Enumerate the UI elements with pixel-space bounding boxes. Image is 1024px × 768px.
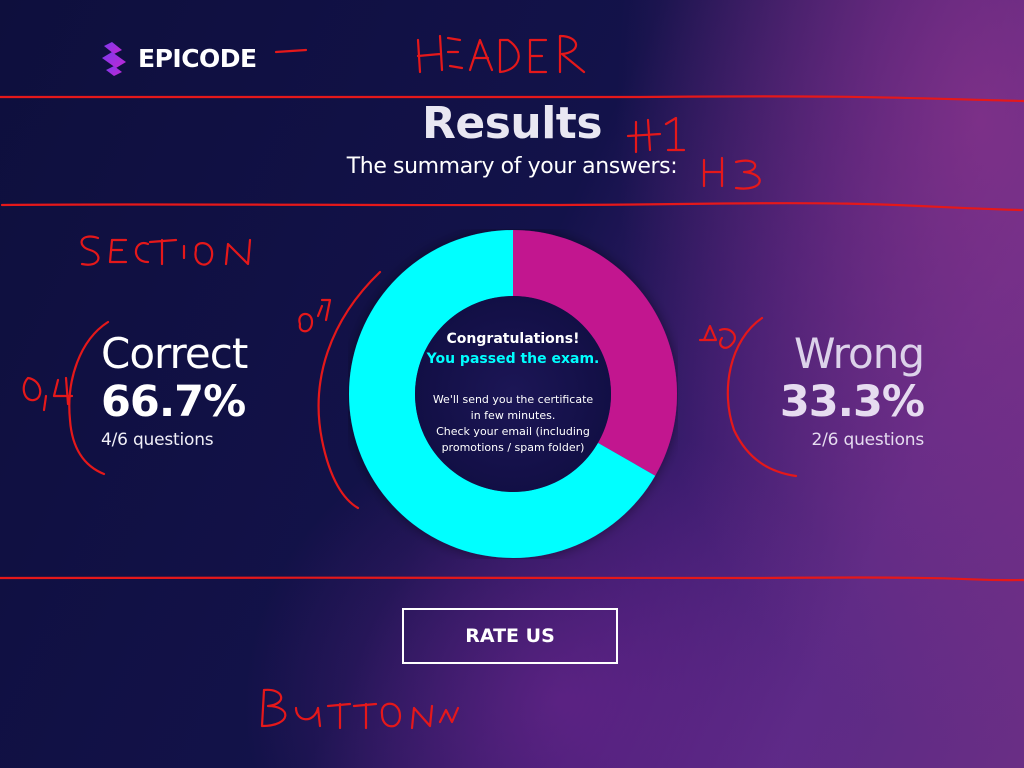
epicode-logo-icon: [102, 42, 126, 76]
annotation-text-left-donut: [298, 298, 332, 333]
certificate-info-line: Check your email (including: [436, 425, 590, 438]
certificate-info-line: We'll send you the certificate: [432, 393, 594, 406]
annotation-line: [0, 576, 1024, 582]
correct-percent: 66.7%: [101, 377, 246, 427]
page-subtitle: The summary of your answers:: [346, 154, 678, 179]
annotation-line: [0, 202, 1024, 212]
certificate-info-line: promotions / spam folder): [441, 441, 585, 454]
annotation-text-button: [260, 688, 460, 730]
donut-center-message: Congratulations! You passed the exam. We…: [414, 295, 612, 493]
wrong-stats: Wrong 33.3% 2/6 questions: [684, 329, 925, 452]
congrats-title: Congratulations!: [446, 331, 580, 347]
annotation-dash: [274, 48, 308, 54]
correct-label: Correct: [101, 329, 248, 378]
correct-questions: 4/6 questions: [101, 430, 214, 450]
brand-name: EPICODE: [138, 43, 257, 73]
certificate-info: We'll send you the certificate in few mi…: [404, 392, 622, 456]
page-title: Results: [421, 98, 603, 149]
wrong-label: Wrong: [794, 329, 925, 378]
correct-stats: Correct 66.7% 4/6 questions: [101, 330, 341, 452]
annotation-text-left: [22, 376, 74, 412]
annotation-text-header: [416, 34, 586, 74]
brand-logo[interactable]: EPICODE: [100, 40, 257, 76]
annotation-text-section: [80, 235, 252, 266]
passed-message: You passed the exam.: [426, 351, 600, 367]
wrong-percent: 33.3%: [779, 377, 925, 427]
wrong-questions: 2/6 questions: [811, 430, 925, 450]
rate-us-button[interactable]: RATE US: [402, 608, 618, 664]
certificate-info-line: in few minutes.: [470, 409, 556, 422]
